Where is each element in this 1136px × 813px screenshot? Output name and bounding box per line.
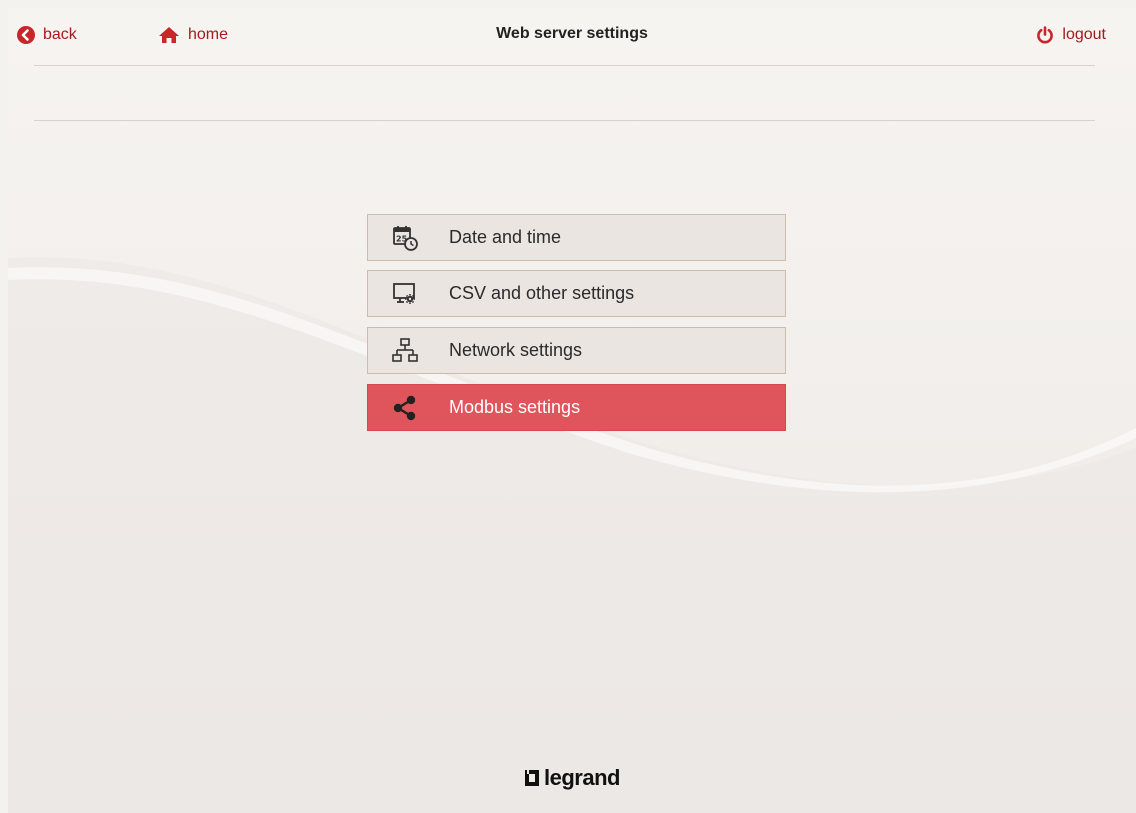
monitor-gear-icon xyxy=(386,271,424,316)
share-icon xyxy=(386,385,424,430)
legrand-logo-mark-icon xyxy=(525,770,540,786)
subheader-divider xyxy=(34,120,1095,121)
page-frame: back home Web server settings logout 25 … xyxy=(8,8,1136,813)
network-icon xyxy=(386,328,424,373)
menu-item-label: CSV and other settings xyxy=(449,283,635,303)
power-icon xyxy=(1037,26,1054,44)
menu-item-network-settings[interactable]: Network settings xyxy=(367,327,786,374)
legrand-logo: legrand xyxy=(8,765,1136,791)
menu-item-csv-settings[interactable]: CSV and other settings xyxy=(367,270,786,317)
menu-item-label: Modbus settings xyxy=(449,397,581,417)
logout-link[interactable]: logout xyxy=(1036,24,1106,46)
logout-label: logout xyxy=(1062,26,1106,43)
calendar-clock-icon: 25 xyxy=(386,215,424,260)
page-title: Web server settings xyxy=(496,25,648,42)
menu-item-label: Network settings xyxy=(449,340,583,360)
menu-item-date-and-time[interactable]: 25 Date and time xyxy=(367,214,786,261)
brand-name: legrand xyxy=(544,765,620,790)
header-divider xyxy=(34,65,1095,66)
top-bar: back home Web server settings logout xyxy=(8,8,1136,64)
menu-item-label: Date and time xyxy=(449,227,562,247)
menu-item-modbus-settings[interactable]: Modbus settings xyxy=(367,384,786,431)
